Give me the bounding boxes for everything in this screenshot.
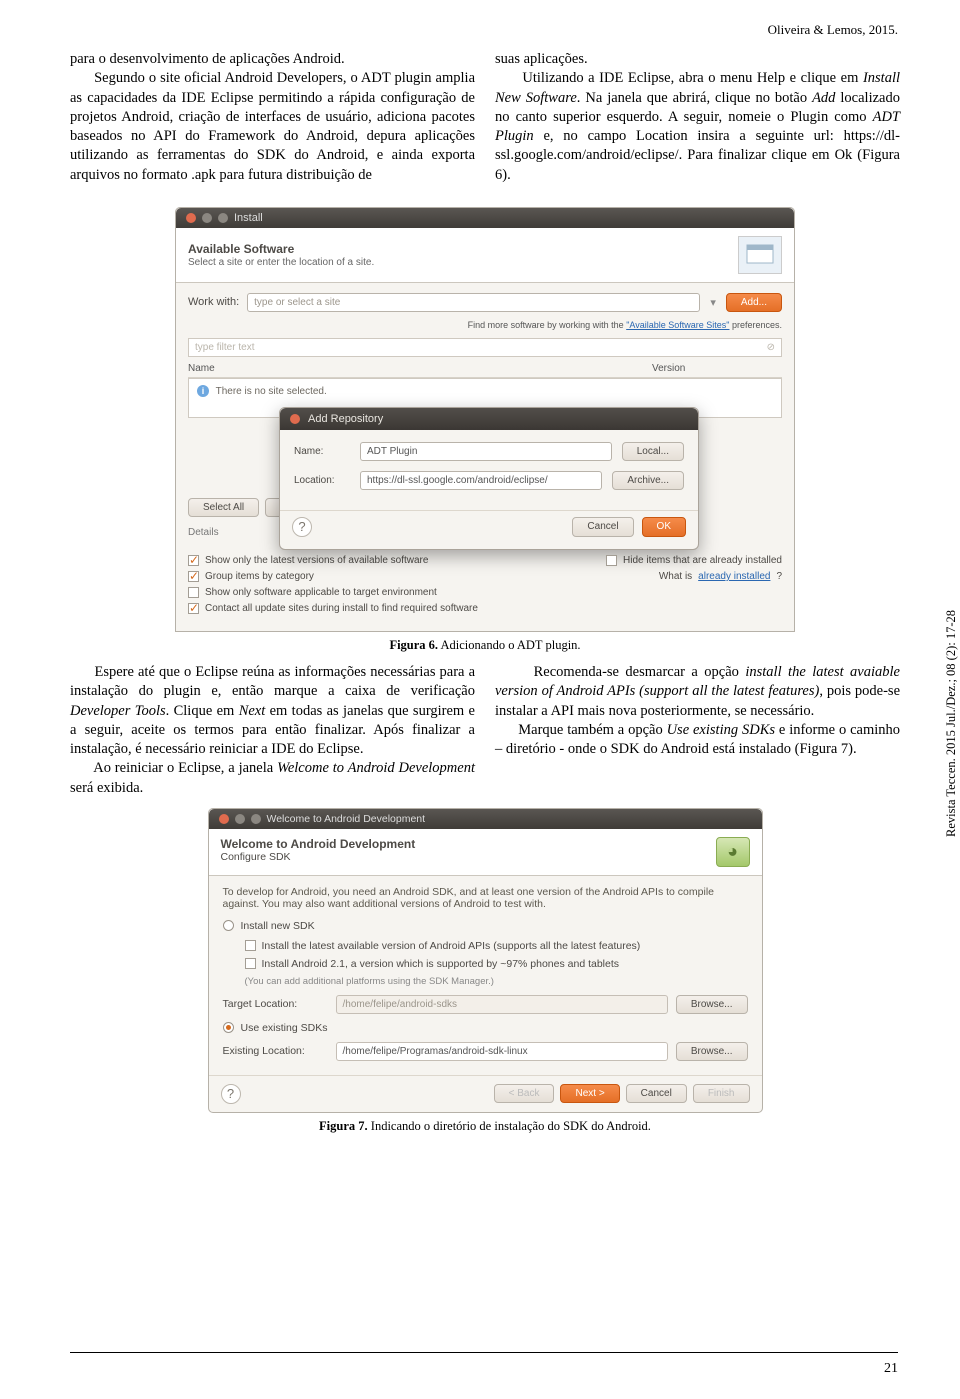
checkbox-hide-installed[interactable] — [606, 555, 617, 566]
name-label: Name: — [294, 446, 350, 457]
intro-paragraph-right: suas aplicações. Utilizando a IDE Eclips… — [495, 50, 900, 185]
chk3-label: Show only software applicable to target … — [205, 587, 437, 598]
popup-close-icon[interactable] — [290, 414, 300, 424]
window-close-icon[interactable] — [186, 213, 196, 223]
window-max-icon[interactable] — [218, 213, 228, 223]
available-sites-link[interactable]: "Available Software Sites" — [626, 320, 729, 330]
install-title: Install — [234, 212, 263, 224]
chk2-label: Group items by category — [205, 571, 314, 582]
window-min-icon[interactable] — [202, 213, 212, 223]
help-icon[interactable]: ? — [292, 517, 312, 537]
intro-col-right: suas aplicações. Utilizando a IDE Eclips… — [495, 50, 900, 185]
ok-button[interactable]: OK — [642, 517, 686, 537]
intro-paragraph-left: para o desenvolvimento de aplicações And… — [70, 50, 475, 185]
checkbox-android21[interactable] — [245, 958, 256, 969]
checkbox-latest-versions[interactable] — [188, 555, 199, 566]
checkbox-applicable-target[interactable] — [188, 587, 199, 598]
location-input[interactable]: https://dl-ssl.google.com/android/eclips… — [360, 471, 602, 490]
dropdown-icon[interactable]: ▾ — [708, 296, 718, 309]
welcome-header-title: Welcome to Android Development — [221, 837, 416, 851]
archive-button[interactable]: Archive... — [612, 471, 684, 490]
select-all-button[interactable]: Select All — [188, 498, 259, 517]
software-table: i There is no site selected. Add Reposit… — [188, 378, 782, 418]
name-input[interactable]: ADT Plugin — [360, 442, 612, 461]
chk1r-label: Hide items that are already installed — [623, 555, 782, 566]
figure-6-caption: Figura 6. Adicionando o ADT plugin. — [175, 638, 795, 653]
next-button[interactable]: Next > — [560, 1084, 619, 1103]
install-titlebar: Install — [176, 208, 794, 228]
welcome-header: Welcome to Android Development Configure… — [209, 829, 762, 876]
intro-col-left: para o desenvolvimento de aplicações And… — [70, 50, 475, 185]
body-columns-2: Espere até que o Eclipse reúna as inform… — [70, 663, 900, 798]
install-banner-icon — [738, 236, 782, 274]
radio-install-label: Install new SDK — [241, 920, 315, 932]
intro-columns: para o desenvolvimento de aplicações And… — [70, 50, 900, 185]
filter-input[interactable]: type filter text ⊘ — [188, 338, 782, 357]
page-header-author: Oliveira & Lemos, 2015. — [768, 22, 898, 38]
finish-button: Finish — [693, 1084, 750, 1103]
chk-latest-api-label: Install the latest available version of … — [262, 940, 641, 952]
local-button[interactable]: Local... — [622, 442, 684, 461]
cancel-button[interactable]: Cancel — [572, 517, 633, 537]
install-dialog: Install Available Software Select a site… — [175, 207, 795, 632]
welcome-dialog: Welcome to Android Development Welcome t… — [208, 808, 763, 1113]
journal-citation-sidebar: Revista Teccen. 2015 Jul./Dez.; 08 (2): … — [944, 610, 959, 837]
welcome-min-icon[interactable] — [235, 814, 245, 824]
available-subtitle: Select a site or enter the location of a… — [188, 257, 374, 268]
checkbox-latest-api[interactable] — [245, 940, 256, 951]
android-logo-icon: ◕ — [716, 837, 750, 867]
add-button[interactable]: Add... — [726, 293, 782, 312]
chk1-label: Show only the latest versions of availab… — [205, 555, 428, 566]
sdk-manager-note: (You can add additional platforms using … — [245, 976, 748, 987]
body2-right: Recomenda-se desmarcar a opção install t… — [495, 663, 900, 798]
radio-use-existing[interactable] — [223, 1022, 234, 1033]
col-version: Version — [652, 363, 782, 374]
info-icon: i — [197, 385, 209, 397]
cancel-button-2[interactable]: Cancel — [626, 1084, 687, 1103]
location-label: Location: — [294, 475, 350, 486]
page-number: 21 — [884, 1361, 898, 1377]
footer-rule — [70, 1352, 898, 1353]
body2-left: Espere até que o Eclipse reúna as inform… — [70, 663, 475, 798]
checkbox-group-category[interactable] — [188, 571, 199, 582]
radio-existing-label: Use existing SDKs — [241, 1022, 328, 1034]
figure-7-caption: Figura 7. Indicando o diretório de insta… — [208, 1119, 763, 1134]
target-location-input[interactable]: /home/felipe/android-sdks — [336, 995, 668, 1014]
work-with-row: Work with: type or select a site ▾ Add..… — [176, 283, 794, 318]
filter-clear-icon[interactable]: ⊘ — [767, 342, 775, 353]
existing-location-input[interactable]: /home/felipe/Programas/android-sdk-linux — [336, 1042, 668, 1061]
target-location-label: Target Location: — [223, 998, 328, 1010]
welcome-header-sub: Configure SDK — [221, 851, 416, 863]
welcome-desc: To develop for Android, you need an Andr… — [223, 886, 748, 910]
options-section: Show only the latest versions of availab… — [176, 544, 794, 631]
radio-install-new-sdk[interactable] — [223, 920, 234, 931]
welcome-max-icon[interactable] — [251, 814, 261, 824]
existing-location-label: Existing Location: — [223, 1045, 328, 1057]
welcome-titlebar: Welcome to Android Development — [209, 809, 762, 829]
figure-6: Install Available Software Select a site… — [175, 207, 795, 653]
col-name: Name — [188, 363, 652, 374]
figure-7: Welcome to Android Development Welcome t… — [208, 808, 763, 1134]
available-title: Available Software — [188, 242, 294, 256]
chk4-label: Contact all update sites during install … — [205, 603, 478, 614]
table-header: Name Version — [188, 363, 782, 378]
hint-row: Find more software by working with the "… — [176, 318, 794, 338]
add-repo-titlebar: Add Repository — [280, 408, 698, 430]
work-with-input[interactable]: type or select a site — [247, 293, 700, 312]
chk-android21-label: Install Android 2.1, a version which is … — [262, 958, 620, 970]
existing-browse-button[interactable]: Browse... — [676, 1042, 748, 1061]
available-software-header: Available Software Select a site or ente… — [176, 228, 794, 283]
target-browse-button[interactable]: Browse... — [676, 995, 748, 1014]
work-with-label: Work with: — [188, 296, 239, 308]
welcome-help-icon[interactable]: ? — [221, 1084, 241, 1104]
already-installed-link[interactable]: already installed — [698, 571, 770, 582]
checkbox-contact-sites[interactable] — [188, 603, 199, 614]
add-repository-dialog: Add Repository Name: ADT Plugin Local...… — [279, 407, 699, 550]
welcome-close-icon[interactable] — [219, 814, 229, 824]
no-site-message: There is no site selected. — [216, 386, 327, 397]
back-button: < Back — [494, 1084, 555, 1103]
